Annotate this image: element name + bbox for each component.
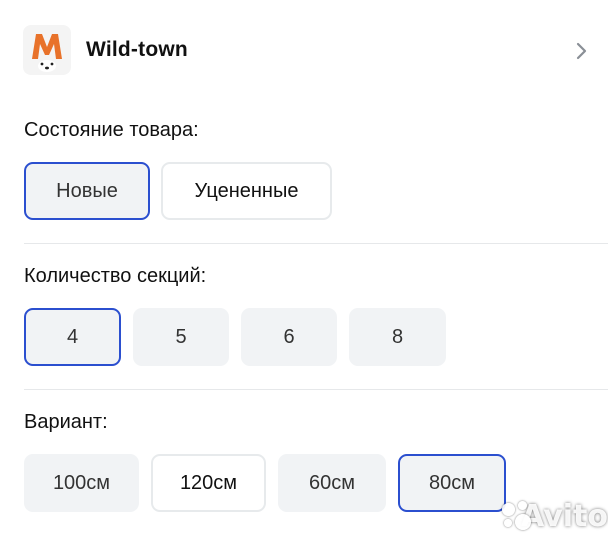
- avito-watermark: Avito: [500, 496, 608, 536]
- condition-option-discounted[interactable]: Уцененные: [161, 162, 332, 220]
- divider: [24, 243, 608, 244]
- avito-logo-icon: [500, 499, 531, 533]
- sections-option-6[interactable]: 6: [241, 308, 337, 366]
- chevron-right-icon[interactable]: [575, 41, 589, 61]
- shop-logo-icon[interactable]: [23, 25, 71, 75]
- sections-count-title: Количество секций:: [24, 265, 207, 287]
- sections-option-4[interactable]: 4: [24, 308, 121, 366]
- condition-option-new[interactable]: Новые: [24, 162, 150, 220]
- condition-title: Состояние товара:: [24, 119, 199, 141]
- variant-option-80cm[interactable]: 80см: [398, 454, 506, 512]
- variant-title: Вариант:: [24, 411, 108, 433]
- sections-option-8[interactable]: 8: [349, 308, 446, 366]
- variant-option-100cm[interactable]: 100см: [24, 454, 139, 512]
- variant-option-60cm[interactable]: 60см: [278, 454, 386, 512]
- seller-name[interactable]: Wild-town: [86, 38, 188, 62]
- product-options-card: { "seller": { "logo_letter": "M", "name"…: [0, 0, 608, 540]
- avito-watermark-text: Avito: [521, 498, 608, 534]
- divider: [24, 389, 608, 390]
- seller-row[interactable]: Wild-town: [23, 24, 593, 78]
- variant-option-120cm[interactable]: 120см: [151, 454, 266, 512]
- sections-option-5[interactable]: 5: [133, 308, 229, 366]
